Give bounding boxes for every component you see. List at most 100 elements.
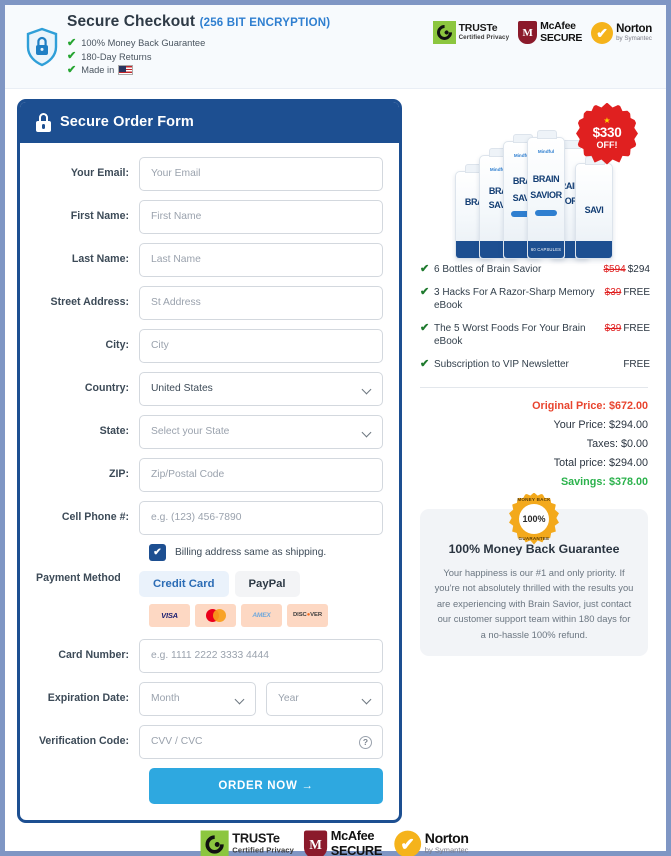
verification-label: Verification Code: (38, 735, 129, 747)
star-icon: ★ (603, 115, 611, 125)
item-new-price: FREE (623, 322, 650, 334)
form-row-state: State: Select your State (36, 414, 383, 449)
zip-label: ZIP: (108, 468, 129, 480)
truste-subtitle: Certified Privacy (458, 34, 510, 42)
taxes-row: Taxes: $0.00 (586, 437, 648, 450)
street-address-label: Street Address: (50, 296, 130, 308)
mcafee-badge: M McAfee SECURE (518, 21, 582, 44)
check-icon: ✔ (420, 285, 430, 298)
verification-placeholder: CVV / CVC (151, 736, 203, 747)
discount-badge: ★ $330 OFF! (576, 102, 638, 165)
form-fields: Your Email: Your Email First Name: First… (20, 143, 399, 820)
header-bullet-list: ✔ 100% Money Back Guarantee ✔ 180-Day Re… (67, 37, 433, 77)
check-icon: ✔ (67, 63, 77, 76)
cell-phone-field[interactable]: e.g. (123) 456-7890 (139, 500, 383, 535)
first-name-label: First Name: (70, 210, 129, 222)
price-summary: Original Price: $672.00 Your Price: $294… (414, 400, 654, 495)
item-price: $594 $294 (604, 263, 651, 276)
city-field[interactable]: City (139, 328, 383, 363)
form-row-zip: ZIP: Zip/Postal Code (36, 457, 383, 492)
form-row-email: Your Email: Your Email (36, 156, 383, 191)
expiration-month-select[interactable]: Month (139, 681, 256, 716)
item-new-price: FREE (623, 358, 650, 370)
item-new-price: FREE (623, 286, 650, 298)
check-icon: ✔ (420, 262, 430, 275)
expiration-year-select[interactable]: Year (266, 681, 383, 716)
tab-credit-card[interactable]: Credit Card (139, 570, 229, 597)
bottle-capsules: 60 CAPSULES (528, 240, 564, 258)
norton-badge: ✔ Norton by Symantec (591, 21, 652, 44)
checkout-page: Secure Checkout (256 BIT ENCRYPTION) ✔ 1… (0, 0, 671, 856)
bottle-line2: SAVIOR (530, 190, 562, 201)
form-row-city: City: City (36, 328, 383, 363)
order-form-column: Secure Order Form Your Email: Your Email… (17, 98, 402, 823)
check-icon: ✔ (420, 321, 430, 334)
footer-trust-badges: TRUSTe Certified Privacy M McAfee SECURE… (5, 823, 666, 856)
product-image: ★ $330 OFF! BRA Mindful BRA SAVI Mindful BR… (414, 99, 654, 259)
bottle-brand: Mindful (537, 148, 555, 154)
item-old-price: $39 (604, 322, 622, 334)
state-select[interactable]: Select your State (139, 414, 383, 449)
check-icon: ✔ (67, 36, 77, 49)
last-name-field[interactable]: Last Name (139, 242, 383, 277)
tab-paypal[interactable]: PayPal (234, 570, 300, 597)
email-field[interactable]: Your Email (139, 156, 383, 191)
billing-same-row: ✔ Billing address same as shipping. (149, 543, 383, 561)
form-row-country: Country: United States (36, 371, 383, 406)
discount-amount: $330 (592, 124, 622, 140)
list-item: ✔ Made in (67, 64, 433, 77)
truste-badge-footer: TRUSTe Certified Privacy (200, 829, 294, 856)
product-bottle-front: Mindful BRAIN SAVIOR 60 CAPSULES (527, 129, 565, 259)
first-name-field[interactable]: First Name (139, 199, 383, 234)
form-header: Secure Order Form (20, 101, 399, 143)
discount-label: OFF! (596, 140, 618, 151)
product-bottle: SAVI (575, 155, 613, 259)
order-summary-column: ★ $330 OFF! BRA Mindful BRA SAVI Mindful BR… (414, 99, 654, 823)
header-text-block: Secure Checkout (256 BIT ENCRYPTION) ✔ 1… (65, 13, 433, 78)
header-trust-badges: TRUSTe Certified Privacy M McAfee SECURE… (432, 13, 652, 44)
billing-same-label: Billing address same as shipping. (175, 546, 327, 558)
mcafee-title: McAfee (540, 20, 576, 33)
zip-field[interactable]: Zip/Postal Code (139, 457, 383, 492)
verification-code-field[interactable]: CVV / CVC ? (139, 724, 383, 759)
street-address-field[interactable]: St Address (139, 285, 383, 320)
truste-icon (432, 21, 456, 44)
help-circle-icon[interactable]: ? (359, 735, 372, 749)
form-row-street-address: Street Address: St Address (36, 285, 383, 320)
list-item: ✔ The 5 Worst Foods For Your Brain eBook… (420, 322, 650, 348)
mcafee-title: McAfee (331, 829, 375, 844)
discover-logo: DISC●VER (287, 603, 328, 627)
bottle-line1: BRAIN (532, 173, 560, 184)
check-icon: ✔ (67, 50, 77, 63)
card-number-field[interactable]: e.g. 1111 2222 3333 4444 (139, 638, 383, 673)
item-name: Subscription to VIP Newsletter (434, 358, 569, 370)
payment-method-label: Payment Method (36, 571, 121, 584)
item-old-price: $594 (603, 263, 626, 275)
item-price: $39 FREE (605, 286, 650, 299)
seal-bottom-text: GUARANTEE (518, 535, 550, 541)
item-old-price: $39 (604, 286, 622, 298)
bullet-label: Made in (81, 65, 115, 75)
page-header: Secure Checkout (256 BIT ENCRYPTION) ✔ 1… (5, 5, 666, 89)
email-label: Your Email: (70, 167, 129, 179)
norton-subtitle: by Symantec (616, 34, 652, 42)
norton-title: Norton (616, 22, 652, 35)
norton-mark: ✔ (400, 834, 416, 854)
form-heading: Secure Order Form (60, 114, 194, 130)
page-title: Secure Checkout (256 BIT ENCRYPTION) (67, 13, 433, 31)
mcafee-shield-icon: M (304, 829, 328, 856)
encryption-note: (256 BIT ENCRYPTION) (199, 17, 331, 29)
form-row-verification: Verification Code: CVV / CVC ? (36, 724, 383, 759)
seal-top-text: MONEY BACK (517, 496, 551, 502)
list-item: ✔ 180-Day Returns (67, 51, 433, 64)
order-now-button[interactable]: ORDER NOW → (149, 767, 383, 804)
your-price-row: Your Price: $294.00 (553, 418, 648, 431)
country-select[interactable]: United States (139, 371, 383, 406)
truste-badge: TRUSTe Certified Privacy (432, 21, 510, 44)
billing-same-checkbox[interactable]: ✔ (149, 543, 166, 561)
list-item: ✔ Subscription to VIP Newsletter FREE (420, 358, 650, 371)
norton-mark: ✔ (596, 24, 608, 41)
form-row-expiration: Expiration Date: Month Year (36, 681, 383, 716)
item-price: FREE (623, 358, 650, 371)
expiration-label: Expiration Date: (47, 692, 129, 704)
